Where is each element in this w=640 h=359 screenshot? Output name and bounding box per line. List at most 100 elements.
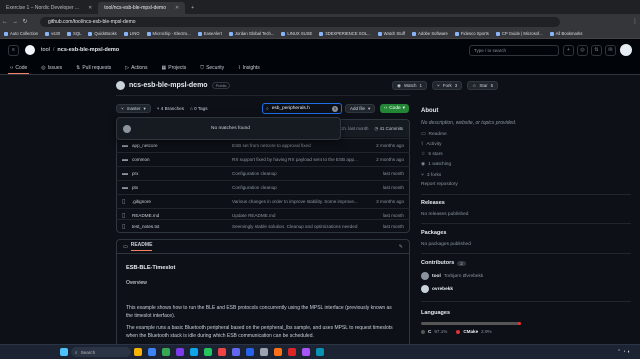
tab-pull-requests[interactable]: ⇅ Pull requests (74, 62, 113, 74)
commit-message[interactable]: Configuration cleanup (232, 185, 358, 190)
app-icon[interactable] (302, 348, 310, 356)
activity-link[interactable]: ⌇ Activity (421, 142, 442, 147)
bookmark[interactable]: Microchip - Electro... (146, 31, 191, 36)
app-icon[interactable] (176, 348, 184, 356)
contributor[interactable]: tool Torbjørn Øvrebekk (421, 272, 483, 280)
vscode-icon[interactable] (246, 348, 254, 356)
file-name[interactable]: README.md (132, 213, 232, 218)
watching-link[interactable]: ◉ 1 watching (421, 162, 451, 167)
global-search-input[interactable]: Type / to search (469, 44, 559, 56)
breadcrumb-repo[interactable]: ncs-esb-ble-mpsl-demo (57, 47, 119, 53)
reload-icon[interactable]: ↻ (20, 18, 30, 25)
star-button[interactable]: ☆ Star 5 (467, 81, 499, 90)
tab-actions[interactable]: ▷ Actions (123, 62, 149, 74)
bookmark[interactable]: LINO (123, 31, 140, 36)
table-row[interactable]: ▯ .gitignore Various changes in order to i… (116, 194, 410, 208)
table-row[interactable]: ▬ common RX support fixed by having RX pay… (116, 152, 410, 166)
teams-icon[interactable] (232, 348, 240, 356)
language-name[interactable]: CMake (463, 329, 478, 334)
packages-title[interactable]: Packages (421, 230, 446, 236)
system-tray[interactable]: ⌃ ◔ ◖ (617, 349, 630, 355)
language-name[interactable]: C (428, 329, 431, 334)
outlook-icon[interactable] (190, 348, 198, 356)
app-icon[interactable] (316, 348, 324, 356)
bookmark[interactable]: Fidesco Sports (454, 31, 489, 36)
clear-icon[interactable]: ✕ (332, 105, 338, 112)
bookmark[interactable]: 3DEXPERIENCE SOL... (319, 31, 371, 36)
tab-insights[interactable]: ⌇ Insights (236, 62, 262, 74)
file-name[interactable]: ptx (132, 185, 232, 190)
commit-message[interactable]: Configuration cleanup (232, 171, 358, 176)
fork-button[interactable]: ⑂ Fork 3 (432, 81, 463, 90)
stars-link[interactable]: ☆ 5 stars (421, 152, 443, 157)
app-icon[interactable] (274, 348, 282, 356)
terminal-icon[interactable] (260, 348, 268, 356)
table-row[interactable]: ▬ prx Configuration cleanup last month (116, 166, 410, 180)
app-icon[interactable] (218, 348, 226, 356)
bookmark[interactable]: SQL (67, 31, 81, 36)
readme-link[interactable]: ▭ Readme (421, 132, 447, 137)
commit-message[interactable]: ESB set from netcore to approval fixed (232, 143, 358, 148)
excel-icon[interactable] (204, 348, 212, 356)
code-button[interactable]: ‹› Code ▾ (380, 104, 410, 113)
forks-link[interactable]: ⑂ 3 forks (421, 172, 441, 179)
file-name[interactable]: test_notes.txt (132, 224, 232, 229)
app-icon[interactable] (288, 348, 296, 356)
table-row[interactable]: ▯ test_notes.txt Seemingly stable solution… (116, 219, 410, 232)
close-icon[interactable]: ✕ (88, 5, 92, 11)
readme-tab[interactable]: README (130, 242, 153, 251)
bookmark[interactable]: vs30 (45, 31, 60, 36)
pull-requests-icon[interactable]: ⇅ (591, 44, 602, 56)
commit-message[interactable]: Various changes in order to improve stab… (232, 199, 358, 204)
edit-icon[interactable]: ✎ (399, 244, 403, 250)
add-file-button[interactable]: Add file ▾ (345, 104, 376, 113)
file-name[interactable]: app_netcore (132, 143, 232, 148)
bookmark[interactable]: EaseAlert (197, 31, 222, 36)
file-search-input[interactable]: ⌕ esb_peripherals.h ✕ (262, 103, 342, 114)
back-icon[interactable]: ← (0, 19, 10, 25)
start-icon[interactable] (60, 348, 68, 356)
close-icon[interactable]: ✕ (175, 5, 179, 11)
branches-link[interactable]: ⑂ 4 Branches (157, 106, 184, 111)
new-tab-button[interactable]: + (185, 2, 200, 14)
chrome-icon[interactable] (162, 348, 170, 356)
forward-icon[interactable]: → (10, 19, 20, 25)
bookmark[interactable]: QuickBooks (88, 31, 117, 36)
tab-issues[interactable]: ◎ Issues (39, 62, 64, 74)
contributors-header[interactable]: Contributors 2 (421, 260, 466, 266)
inbox-icon[interactable]: ✉ (605, 44, 616, 56)
file-explorer-icon[interactable] (134, 348, 142, 356)
url-input[interactable]: github.com/tool/ncs-esb-ble-mpsl-demo (40, 16, 560, 27)
file-name[interactable]: prx (132, 171, 232, 176)
releases-title[interactable]: Releases (421, 200, 445, 206)
tab-projects[interactable]: ▦ Projects (160, 62, 189, 74)
browser-tab[interactable]: Exercise 1 – Nordic Developer ... ✕ (0, 2, 98, 14)
avatar[interactable] (620, 44, 632, 56)
issues-icon[interactable]: ◎ (577, 44, 588, 56)
browser-tab-active[interactable]: tool/ncs-esb-ble-mpsl-demo ✕ (98, 2, 186, 14)
contributor[interactable]: ovrebekk (421, 285, 453, 293)
branch-select[interactable]: ⑂ master ▾ (116, 104, 151, 113)
table-row[interactable]: ▬ app_netcore ESB set from netcore to appr… (116, 138, 410, 152)
menu-icon[interactable]: ⋮ (630, 18, 640, 25)
bookmark[interactable]: Auto Collection (4, 31, 38, 36)
commit-message[interactable]: RX support fixed by having RX payload se… (232, 157, 358, 162)
bookmark[interactable]: Adobe Software (412, 31, 448, 36)
commits-link[interactable]: ◷ 41 Commits (375, 126, 404, 132)
commit-message[interactable]: Seemingly stable solution. Cleanup and o… (232, 224, 358, 229)
tags-link[interactable]: ⌂ 0 Tags (190, 106, 208, 111)
report-link[interactable]: Report repository (421, 182, 458, 187)
bookmark[interactable]: LINUX SUSE (281, 31, 312, 36)
table-row[interactable]: ▬ ptx Configuration cleanup last month (116, 180, 410, 194)
bookmark[interactable]: Watch Stuff (377, 31, 405, 36)
plus-icon[interactable]: + (563, 44, 574, 56)
github-logo-icon[interactable] (25, 45, 35, 55)
bookmark[interactable]: CP Guide | Microsof... (495, 31, 543, 36)
hamburger-menu-icon[interactable]: ≡ (8, 44, 19, 56)
file-name[interactable]: common (132, 157, 232, 162)
breadcrumb-owner[interactable]: tool (41, 47, 50, 53)
edge-icon[interactable] (148, 348, 156, 356)
tab-security[interactable]: ⛉ Security (198, 62, 226, 74)
watch-button[interactable]: ◉ Watch 1 (392, 81, 428, 90)
tab-code[interactable]: ‹› Code (8, 62, 30, 74)
